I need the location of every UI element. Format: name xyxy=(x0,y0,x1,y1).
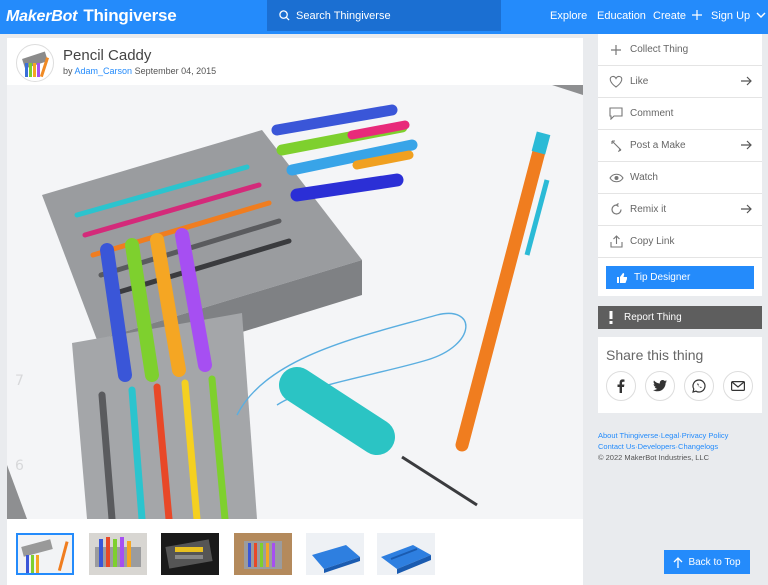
twitter-icon xyxy=(653,380,667,392)
publish-date: September 04, 2015 xyxy=(134,66,217,76)
thumbnail-2[interactable] xyxy=(89,533,147,575)
arrow-right-icon xyxy=(741,204,752,214)
tip-designer-button[interactable]: Tip Designer xyxy=(606,266,754,289)
remix-it-label: Remix it xyxy=(630,204,667,215)
plus-icon xyxy=(692,10,703,20)
comment-label: Comment xyxy=(630,108,674,119)
thing-byline: by Adam_Carson September 04, 2015 xyxy=(63,66,216,76)
search-placeholder: Search Thingiverse xyxy=(296,9,391,22)
report-thing-button[interactable]: Report Thing xyxy=(598,306,762,329)
facebook-icon xyxy=(617,379,625,393)
comment-icon xyxy=(608,106,624,122)
nav-education[interactable]: Education xyxy=(597,10,646,22)
whatsapp-share-button[interactable] xyxy=(684,371,714,401)
back-to-top-label: Back to Top xyxy=(688,556,741,568)
share-title: Share this thing xyxy=(606,347,704,363)
thing-main-image[interactable]: 6 7 xyxy=(7,85,583,519)
thumbnail-1[interactable] xyxy=(16,533,74,575)
email-share-button[interactable] xyxy=(723,371,753,401)
watch-action[interactable]: Watch xyxy=(598,162,762,194)
report-thing-label: Report Thing xyxy=(624,312,682,323)
pencil-icon xyxy=(608,138,624,154)
thing-header: Pencil Caddy by Adam_Carson September 04… xyxy=(7,38,583,85)
collect-thing-action[interactable]: Collect Thing xyxy=(598,34,762,66)
footer-row-2: Contact Us·Developers·Changelogs xyxy=(598,441,762,452)
post-a-make-action[interactable]: Post a Make xyxy=(598,130,762,162)
byline-prefix: by xyxy=(63,66,73,76)
exclamation-icon xyxy=(609,311,613,324)
changelogs-link[interactable]: Changelogs xyxy=(678,442,718,451)
watch-label: Watch xyxy=(630,172,658,183)
tip-designer-label: Tip Designer xyxy=(634,272,691,283)
developers-link[interactable]: Developers xyxy=(638,442,676,451)
whatsapp-icon xyxy=(692,379,706,393)
thumbnail-6[interactable] xyxy=(377,533,435,575)
eye-icon xyxy=(608,170,624,186)
twitter-share-button[interactable] xyxy=(645,371,675,401)
thumbnail-4[interactable] xyxy=(234,533,292,575)
collect-thing-label: Collect Thing xyxy=(630,44,689,55)
copyright-text: © 2022 MakerBot Industries, LLC xyxy=(598,453,709,462)
svg-text:6: 6 xyxy=(15,458,24,474)
mail-icon xyxy=(731,381,745,391)
copy-link-label: Copy Link xyxy=(630,236,675,247)
footer-row-1: About Thingiverse·Legal·Privacy Policy xyxy=(598,430,762,441)
logo-makerbot: MakerBot xyxy=(6,8,78,25)
remix-icon xyxy=(608,202,624,218)
thing-actions-panel: Collect Thing Like Comment Post a Make W… xyxy=(598,34,762,296)
thumbnail-5[interactable] xyxy=(306,533,364,575)
author-link[interactable]: Adam_Carson xyxy=(75,66,133,76)
arrow-right-icon xyxy=(741,76,752,86)
facebook-share-button[interactable] xyxy=(606,371,636,401)
nav-signup-label: Sign Up xyxy=(711,10,751,22)
nav-create-label: Create xyxy=(653,10,687,22)
nav-explore[interactable]: Explore xyxy=(550,10,587,22)
comment-action[interactable]: Comment xyxy=(598,98,762,130)
share-icon xyxy=(608,234,624,250)
heart-icon xyxy=(608,74,624,90)
arrow-right-icon xyxy=(741,140,752,150)
thumbnail-3[interactable] xyxy=(161,533,219,575)
chevron-down-icon xyxy=(756,12,766,18)
logo-thingiverse: Thingiverse xyxy=(83,6,177,25)
nav-signup[interactable]: Sign Up xyxy=(711,10,766,22)
nav-create[interactable]: Create xyxy=(653,10,703,22)
svg-text:7: 7 xyxy=(15,373,24,389)
contact-link[interactable]: Contact Us xyxy=(598,442,635,451)
like-label: Like xyxy=(630,76,649,87)
thing-title: Pencil Caddy xyxy=(63,47,152,64)
thumbs-up-icon xyxy=(617,272,627,283)
search-icon xyxy=(279,10,290,21)
about-link[interactable]: About Thingiverse xyxy=(598,431,658,440)
footer-links: About Thingiverse·Legal·Privacy Policy C… xyxy=(598,430,762,463)
privacy-link[interactable]: Privacy Policy xyxy=(682,431,729,440)
plus-icon xyxy=(608,42,624,58)
back-to-top-button[interactable]: Back to Top xyxy=(664,550,750,574)
legal-link[interactable]: Legal xyxy=(661,431,679,440)
arrow-up-icon xyxy=(673,556,683,568)
thumbnail-strip xyxy=(7,519,583,585)
thing-main-card: Pencil Caddy by Adam_Carson September 04… xyxy=(7,38,583,585)
author-avatar[interactable] xyxy=(16,44,54,82)
like-action[interactable]: Like xyxy=(598,66,762,98)
remix-it-action[interactable]: Remix it xyxy=(598,194,762,226)
copy-link-action[interactable]: Copy Link xyxy=(598,226,762,258)
site-logo[interactable]: MakerBot Thingiverse xyxy=(6,6,177,26)
top-navbar: MakerBot Thingiverse Search Thingiverse E… xyxy=(0,0,768,34)
search-bar[interactable]: Search Thingiverse xyxy=(267,0,501,31)
share-panel: Share this thing xyxy=(598,337,762,413)
post-a-make-label: Post a Make xyxy=(630,140,686,151)
